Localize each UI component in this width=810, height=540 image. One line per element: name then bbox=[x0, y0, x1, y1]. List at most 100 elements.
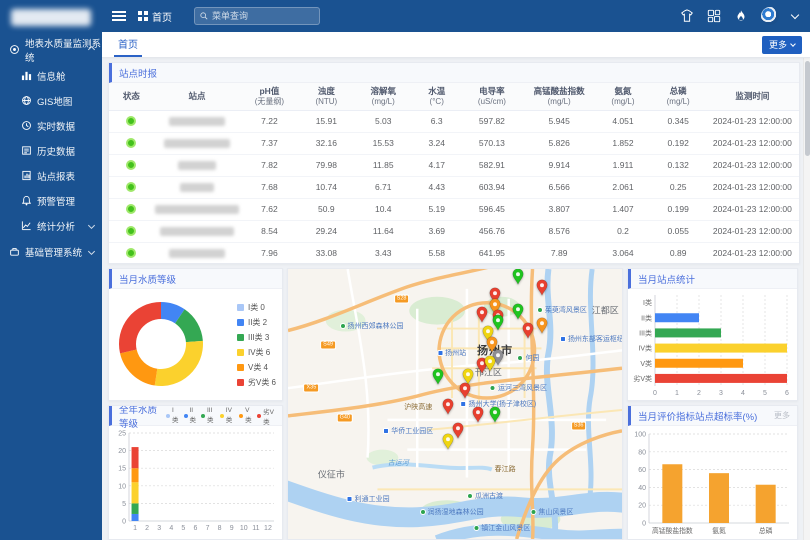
nav-home[interactable]: 首页 bbox=[138, 9, 172, 24]
sidebar-item-label: 信息舱 bbox=[37, 69, 66, 83]
donut-slice-劣V类 bbox=[119, 302, 161, 353]
map-pin-red[interactable] bbox=[442, 398, 455, 415]
station-cell bbox=[154, 220, 240, 242]
value-cell: 7.62 bbox=[240, 198, 299, 220]
tabbar: 首页 更多 bbox=[102, 32, 810, 58]
map-pin-red[interactable] bbox=[522, 322, 535, 339]
poi-icon bbox=[340, 323, 346, 329]
hamburger-menu-icon[interactable] bbox=[112, 9, 126, 23]
svg-text:3: 3 bbox=[719, 390, 723, 397]
value-cell: 5.945 bbox=[523, 110, 595, 132]
svg-text:3: 3 bbox=[157, 525, 161, 532]
svg-text:5: 5 bbox=[122, 501, 126, 508]
map-label: 春江路 bbox=[495, 464, 516, 474]
sidebar-item-label: 预警管理 bbox=[37, 194, 75, 208]
station-name-redacted bbox=[155, 205, 239, 214]
map-label: 利通工业园 bbox=[347, 494, 390, 504]
layout-size-icon[interactable] bbox=[707, 9, 721, 23]
chart-svg: 020406080100高锰酸盐指数氨氮总磷 bbox=[628, 426, 795, 539]
legend-item-III类[interactable]: III类 bbox=[201, 407, 215, 424]
legend-item-IV类[interactable]: IV类 6 bbox=[237, 345, 276, 360]
legend-item-V类[interactable]: V类 bbox=[239, 407, 252, 424]
value-cell: 0.055 bbox=[651, 220, 706, 242]
value-cell: 5.03 bbox=[354, 110, 413, 132]
map-pin-yellow[interactable] bbox=[484, 355, 497, 372]
table-row[interactable]: 7.6810.746.714.43603.946.5662.0610.25202… bbox=[109, 176, 799, 198]
poi-icon bbox=[490, 385, 496, 391]
table-row[interactable]: 8.5429.2411.643.69456.768.5760.20.055202… bbox=[109, 220, 799, 242]
exceed-rate-more-link[interactable]: 更多 bbox=[774, 410, 790, 421]
legend-item-IV类[interactable]: IV类 bbox=[220, 407, 234, 424]
legend-swatch bbox=[184, 414, 188, 418]
user-menu-chevron-icon[interactable] bbox=[791, 10, 799, 18]
panel-title-station-report: 站点时报 bbox=[109, 63, 799, 83]
donut-legend: I类 0II类 2III类 3IV类 6V类 4劣V类 6 bbox=[237, 300, 276, 390]
map-label: 润扬湿地森林公园 bbox=[420, 507, 484, 517]
table-row[interactable]: 7.2215.915.036.3597.825.9454.0510.345202… bbox=[109, 110, 799, 132]
main-content: 站点时报 状态站点pH值(无量纲)浊度(NTU)溶解氧(mg/L)水温(°C)电… bbox=[102, 58, 810, 540]
svg-text:100: 100 bbox=[634, 432, 646, 439]
map-pin-red[interactable] bbox=[475, 306, 488, 323]
map-pin-yellow[interactable] bbox=[442, 433, 455, 450]
value-cell: 7.22 bbox=[240, 110, 299, 132]
map-pin-orange[interactable] bbox=[535, 317, 548, 334]
table-row[interactable]: 7.3732.1615.533.24570.135.8261.8520.1922… bbox=[109, 132, 799, 154]
month-quality-donut-chart: I类 0II类 2III类 3IV类 6V类 4劣V类 6 bbox=[109, 289, 282, 401]
map-label: 瓜洲古渡 bbox=[467, 491, 503, 501]
map-pin-red[interactable] bbox=[535, 279, 548, 296]
table-row[interactable]: 7.6250.910.45.19596.453.8071.4070.199202… bbox=[109, 198, 799, 220]
exceed-rate-chart: 020406080100高锰酸盐指数氨氮总磷 bbox=[628, 426, 797, 540]
map-pin-red[interactable] bbox=[459, 382, 472, 399]
legend-item-劣V类[interactable]: 劣V类 6 bbox=[237, 375, 276, 390]
poi-icon bbox=[517, 355, 523, 361]
value-cell: 597.82 bbox=[461, 110, 523, 132]
menu-group-0[interactable]: 地表水质量监测系统 bbox=[0, 36, 102, 63]
map-pin-green[interactable] bbox=[512, 268, 525, 285]
road-badge-X35: X35 bbox=[303, 383, 319, 392]
theme-shirt-icon[interactable] bbox=[680, 9, 694, 23]
legend-item-III类[interactable]: III类 3 bbox=[237, 330, 276, 345]
hbar-V类 bbox=[655, 359, 743, 368]
sidebar-item-实时数据[interactable]: 实时数据 bbox=[0, 113, 102, 138]
table-row[interactable]: 7.8279.9811.854.17582.919.9141.9110.1322… bbox=[109, 154, 799, 176]
column-header: 浊度(NTU) bbox=[299, 83, 354, 110]
flame-icon[interactable] bbox=[734, 9, 748, 23]
more-button[interactable]: 更多 bbox=[762, 36, 802, 54]
map-pin-red[interactable] bbox=[472, 406, 485, 423]
station-table: 状态站点pH值(无量纲)浊度(NTU)溶解氧(mg/L)水温(°C)电导率(uS… bbox=[109, 83, 799, 263]
legend-item-II类[interactable]: II类 bbox=[184, 407, 197, 424]
legend-item-I类[interactable]: I类 bbox=[166, 407, 179, 424]
value-cell: 3.064 bbox=[595, 242, 650, 263]
poi-icon bbox=[437, 350, 443, 356]
search-input[interactable] bbox=[212, 11, 314, 21]
legend-item-劣V类[interactable]: 劣V类 bbox=[257, 406, 275, 426]
value-cell: 10.74 bbox=[299, 176, 354, 198]
sidebar: 地表水质量监测系统信息舱 GIS地图实时数据历史数据站点报表预警管理统计分析基础管… bbox=[0, 0, 102, 540]
map-pin-green[interactable] bbox=[489, 406, 502, 423]
map-pin-green[interactable] bbox=[432, 368, 445, 385]
user-avatar[interactable] bbox=[761, 7, 779, 25]
table-row[interactable]: 7.9633.083.435.58641.957.893.0640.892024… bbox=[109, 242, 799, 263]
sidebar-item-预警管理[interactable]: 预警管理 bbox=[0, 188, 102, 213]
svg-text:15: 15 bbox=[118, 466, 126, 473]
status-dot-normal bbox=[126, 182, 136, 192]
sidebar-item-统计分析[interactable]: 统计分析 bbox=[0, 213, 102, 238]
map-canvas[interactable]: S49S28G40X35S36扬州市邗江区江都区仪征市扬州站何园茱萸湾风景区运河… bbox=[288, 269, 622, 539]
legend-item-I类[interactable]: I类 0 bbox=[237, 300, 276, 315]
tab-home[interactable]: 首页 bbox=[114, 32, 142, 57]
hbar-III类 bbox=[655, 328, 721, 337]
map-pin-green[interactable] bbox=[512, 303, 525, 320]
menu-search[interactable] bbox=[194, 7, 320, 25]
hbar-劣V类 bbox=[655, 374, 787, 383]
menu-group-1[interactable]: 基础管理系统 bbox=[0, 238, 102, 265]
value-cell: 2024-01-23 12:00:00 bbox=[706, 242, 799, 263]
legend-item-II类[interactable]: II类 2 bbox=[237, 315, 276, 330]
scrollbar-thumb[interactable] bbox=[805, 61, 810, 156]
sidebar-item-历史数据[interactable]: 历史数据 bbox=[0, 138, 102, 163]
svg-text:1: 1 bbox=[675, 390, 679, 397]
sidebar-item-GIS地图[interactable]: GIS地图 bbox=[0, 88, 102, 113]
sidebar-item-信息舱[interactable]: 信息舱 bbox=[0, 63, 102, 88]
legend-item-V类[interactable]: V类 4 bbox=[237, 360, 276, 375]
sidebar-item-站点报表[interactable]: 站点报表 bbox=[0, 163, 102, 188]
legend-swatch bbox=[257, 414, 261, 418]
